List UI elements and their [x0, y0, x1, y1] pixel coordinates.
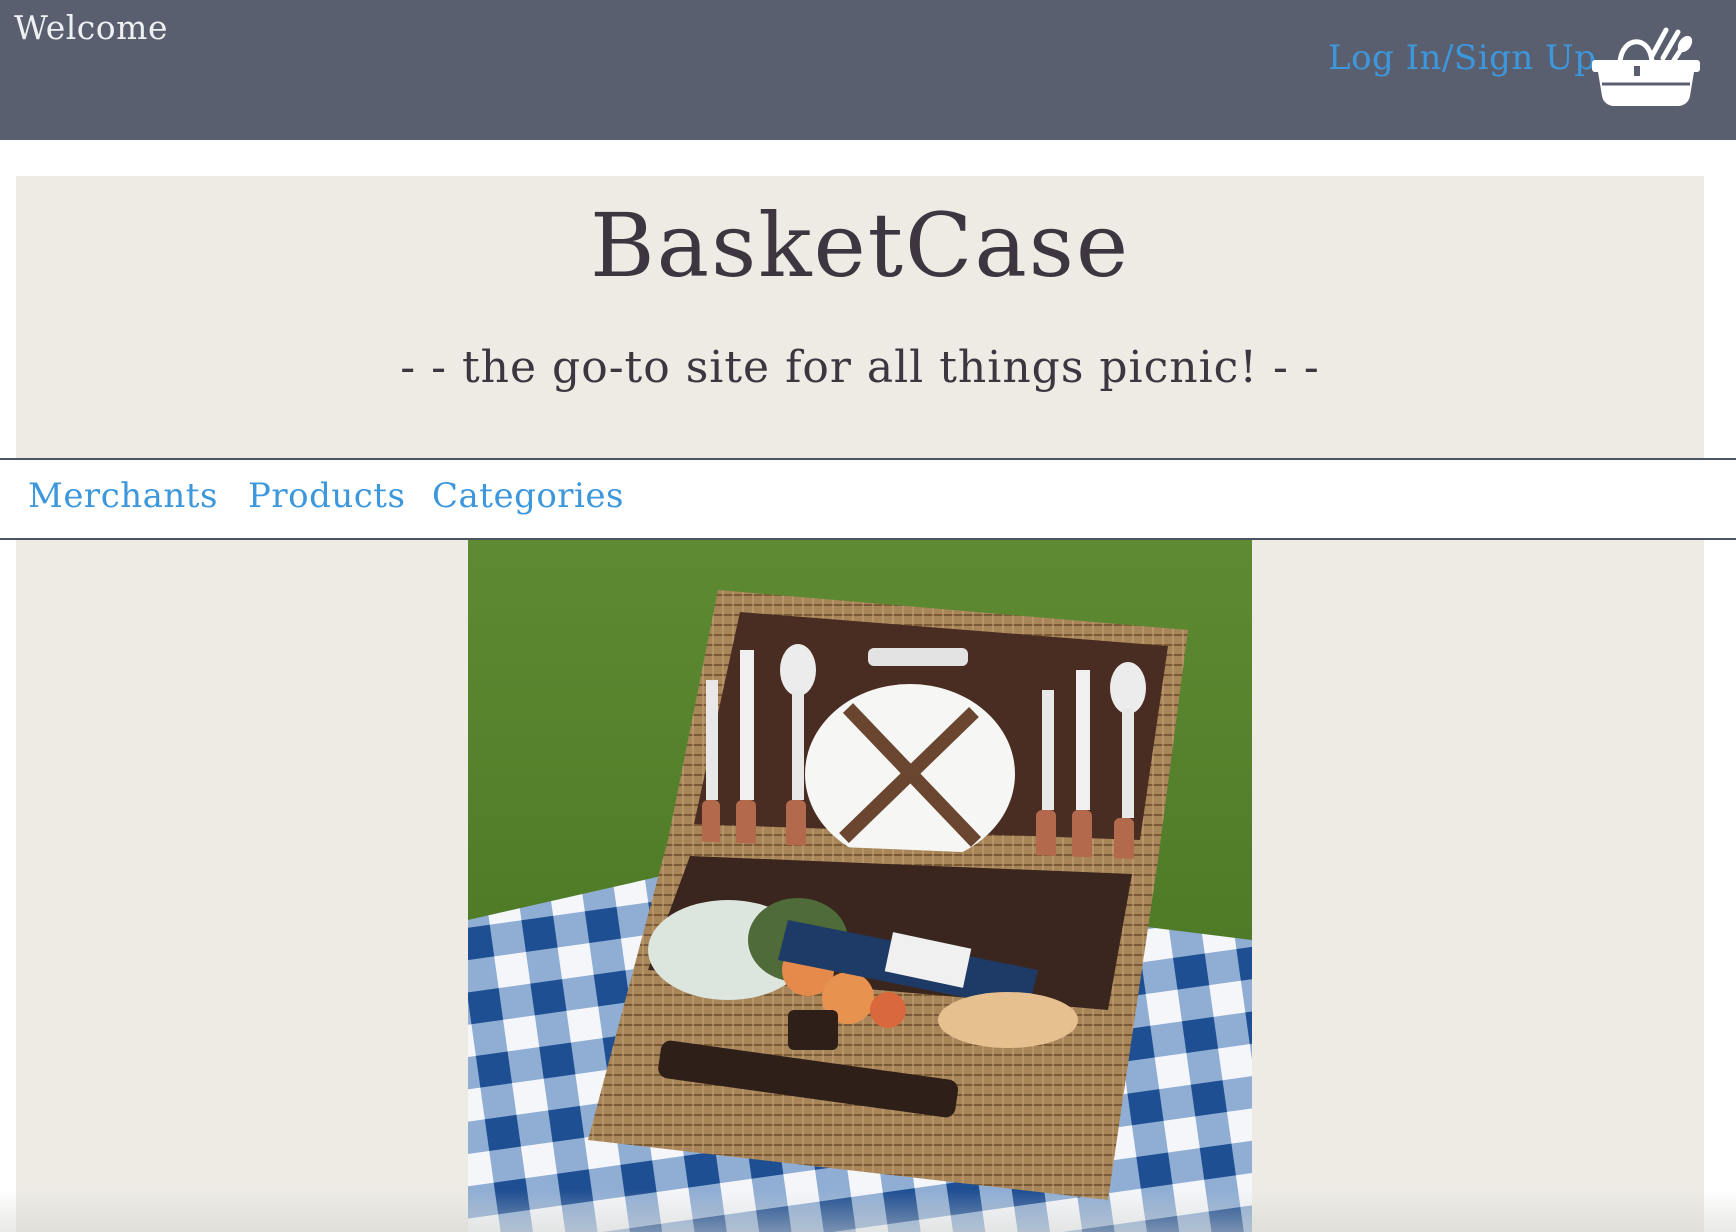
nav-item-products[interactable]: Products [248, 476, 405, 516]
picnic-basket-icon[interactable] [1590, 22, 1702, 108]
picnic-basket-photo [468, 540, 1252, 1232]
login-signup-link[interactable]: Log In/Sign Up [1328, 38, 1596, 78]
welcome-text: Welcome [14, 8, 168, 47]
nav-item-merchants[interactable]: Merchants [28, 476, 218, 516]
nav-item-categories[interactable]: Categories [432, 476, 624, 516]
site-tagline: - - the go-to site for all things picnic… [400, 342, 1320, 393]
top-header: Welcome Log In/Sign Up [0, 0, 1736, 140]
main-content [16, 540, 1704, 1232]
main-nav: Merchants Products Categories [0, 458, 1736, 540]
hero-banner: BasketCase - - the go-to site for all th… [16, 176, 1704, 459]
site-title: BasketCase [589, 194, 1131, 297]
